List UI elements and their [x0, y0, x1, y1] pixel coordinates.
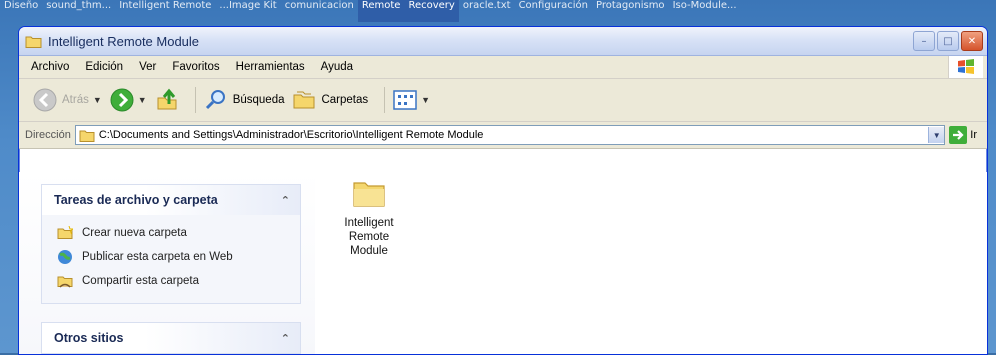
share-folder-icon: [56, 273, 74, 289]
minimize-button[interactable]: –: [913, 31, 935, 51]
back-label: Atrás: [62, 94, 89, 106]
folder-label: Intelligent Remote Module: [344, 217, 394, 257]
folder-view: Tareas de archivo y carpeta ⌃ Crear nuev…: [19, 172, 987, 354]
menu-edicion[interactable]: Edición: [85, 61, 123, 73]
forward-arrow-icon: [110, 88, 134, 112]
address-bar: Dirección C:\Documents and Settings\Admi…: [19, 122, 987, 149]
desktop-icon[interactable]: Configuración: [515, 0, 592, 22]
desktop-icon[interactable]: Recovery: [404, 0, 459, 22]
search-label: Búsqueda: [232, 94, 285, 106]
address-path: C:\Documents and Settings\Administrador\…: [98, 129, 484, 141]
folders-icon: [293, 91, 315, 109]
folder-item[interactable]: Intelligent Remote Module: [329, 178, 409, 258]
menu-ver[interactable]: Ver: [139, 61, 156, 73]
explorer-window: Intelligent Remote Module – □ ✕ Archivo …: [18, 26, 988, 355]
task-label: Publicar esta carpeta en Web: [82, 251, 233, 263]
chevron-down-icon[interactable]: ▼: [138, 95, 147, 105]
maximize-button[interactable]: □: [937, 31, 959, 51]
collapse-chevron-icon[interactable]: ⌃: [281, 194, 290, 207]
panel-title: Otros sitios: [54, 331, 124, 345]
panel-header[interactable]: Tareas de archivo y carpeta ⌃: [42, 185, 300, 215]
up-folder-icon: [157, 88, 177, 110]
views-icon: [393, 90, 417, 110]
window-controls: – □ ✕: [913, 31, 987, 51]
task-pane: Tareas de archivo y carpeta ⌃ Crear nuev…: [19, 172, 315, 354]
desktop-icon[interactable]: Diseño: [0, 0, 42, 22]
back-arrow-icon: [33, 88, 57, 112]
chevron-down-icon[interactable]: ▼: [421, 95, 430, 105]
menu-archivo[interactable]: Archivo: [31, 61, 69, 73]
desktop-icon[interactable]: sound_thm...: [42, 0, 115, 22]
standard-toolbar: Atrás ▼ ▼ Búsqueda Carpetas ▼: [19, 79, 987, 122]
go-button[interactable]: Ir: [949, 126, 987, 144]
back-button[interactable]: Atrás ▼: [33, 88, 102, 112]
desktop-icon[interactable]: comunicacion: [281, 0, 358, 22]
go-label: Ir: [970, 129, 977, 141]
chevron-down-icon[interactable]: ▼: [93, 95, 102, 105]
folders-button[interactable]: Carpetas: [292, 88, 368, 112]
task-share-folder[interactable]: Compartir esta carpeta: [56, 269, 300, 293]
folders-label: Carpetas: [321, 94, 369, 106]
desktop-icon[interactable]: Protagonismo: [592, 0, 669, 22]
close-button[interactable]: ✕: [961, 31, 983, 51]
forward-button[interactable]: ▼: [110, 88, 147, 112]
search-icon: [205, 90, 225, 110]
windows-logo-icon: [948, 56, 983, 78]
panel-body: Crear nueva carpeta Publicar esta carpet…: [42, 215, 300, 303]
panel-title: Tareas de archivo y carpeta: [54, 193, 218, 207]
menu-herramientas[interactable]: Herramientas: [236, 61, 305, 73]
search-button[interactable]: Búsqueda: [204, 88, 285, 112]
views-button[interactable]: ▼: [393, 89, 430, 111]
go-arrow-icon: [949, 126, 968, 144]
title-bar[interactable]: Intelligent Remote Module – □ ✕: [19, 27, 987, 56]
folder-icon: [79, 130, 95, 142]
desktop-icon[interactable]: ...Image Kit: [215, 0, 280, 22]
address-label: Dirección: [25, 129, 71, 141]
file-tasks-panel: Tareas de archivo y carpeta ⌃ Crear nuev…: [41, 184, 301, 304]
menu-favoritos[interactable]: Favoritos: [172, 61, 219, 73]
desktop-icon[interactable]: Intelligent Remote: [115, 0, 215, 22]
desktop-icon-row: Diseño sound_thm... Intelligent Remote .…: [0, 0, 996, 22]
folder-icon: [353, 182, 385, 207]
toolbar-separator: [384, 87, 386, 113]
toolbar-separator: [194, 87, 196, 113]
desktop-icon[interactable]: Remote: [357, 0, 405, 22]
folder-icon: [25, 35, 42, 48]
window-title: Intelligent Remote Module: [48, 33, 200, 49]
new-folder-icon: [56, 225, 74, 241]
desktop-icon[interactable]: oracle.txt: [459, 0, 515, 22]
task-label: Crear nueva carpeta: [82, 227, 187, 239]
menu-ayuda[interactable]: Ayuda: [321, 61, 353, 73]
chevron-down-icon[interactable]: ▼: [928, 127, 945, 143]
file-list: Intelligent Remote Module: [315, 172, 987, 354]
address-input[interactable]: C:\Documents and Settings\Administrador\…: [74, 125, 946, 145]
panel-header[interactable]: Otros sitios ⌃: [42, 323, 300, 353]
up-folder-button[interactable]: [155, 88, 179, 112]
collapse-chevron-icon[interactable]: ⌃: [281, 332, 290, 345]
task-publish-web[interactable]: Publicar esta carpeta en Web: [56, 245, 300, 269]
globe-icon: [56, 249, 74, 265]
desktop-icon[interactable]: Iso-Module...: [669, 0, 741, 22]
task-label: Compartir esta carpeta: [82, 275, 199, 287]
menu-bar: Archivo Edición Ver Favoritos Herramient…: [19, 56, 987, 79]
task-new-folder[interactable]: Crear nueva carpeta: [56, 221, 300, 245]
other-sites-panel: Otros sitios ⌃: [41, 322, 301, 354]
